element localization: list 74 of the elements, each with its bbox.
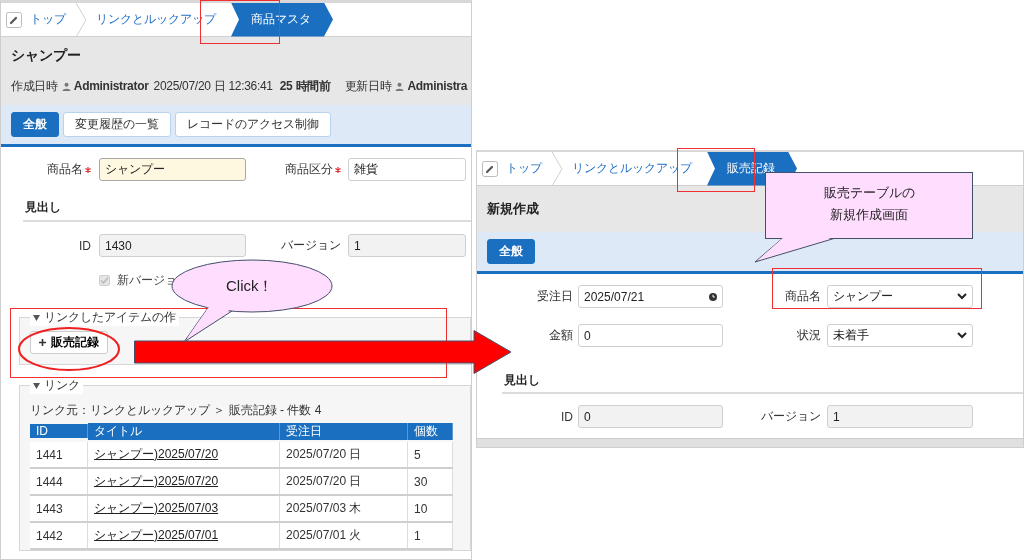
table-cell: 2025/07/01 火	[280, 523, 408, 548]
tab[interactable]: 全般	[11, 112, 59, 137]
table-cell: 30	[408, 469, 453, 494]
collapse-icon[interactable]	[33, 382, 40, 389]
plus-icon	[39, 339, 46, 346]
relative-time: 25 時間前	[279, 77, 331, 95]
id-field: 1430	[99, 234, 246, 257]
version-field: 1	[827, 405, 973, 428]
callout-text: Click！	[226, 277, 274, 296]
field-label: ID	[561, 409, 573, 424]
field-label: 商品区分	[285, 161, 333, 178]
section-legend: リンク	[44, 377, 80, 394]
edit-icon[interactable]	[482, 160, 498, 177]
date-field[interactable]: 2025/07/21	[578, 285, 723, 308]
dropdown[interactable]: シャンプー	[827, 285, 973, 308]
column-header: 受注日	[280, 422, 408, 440]
field-label: ID	[79, 238, 91, 253]
field-label: 商品名	[785, 288, 821, 305]
clock-icon	[709, 292, 717, 301]
table-cell: 2025/07/03 木	[280, 496, 408, 521]
table-cell: 2025/07/20 日	[280, 469, 408, 494]
collapse-icon[interactable]	[33, 314, 40, 321]
user-name: Administrator	[73, 79, 149, 93]
section-heading: 見出し	[24, 199, 61, 216]
column-header: ID	[30, 424, 88, 438]
link-source-text: リンク元：リンクとルックアップ ＞ 販売記録 - 件数 4	[30, 402, 322, 418]
text-field[interactable]: シャンプー	[99, 158, 246, 181]
chevron-down-icon	[957, 293, 967, 300]
field-label: バージョン	[761, 408, 821, 425]
checkbox[interactable]	[99, 275, 110, 286]
table-cell: 1	[408, 523, 453, 548]
title-link[interactable]: シャンプー)2025/07/01	[94, 527, 219, 544]
field-label: 金額	[549, 327, 573, 344]
section-heading: 見出し	[503, 372, 540, 389]
edit-icon[interactable]	[6, 11, 22, 28]
tab[interactable]: 全般	[487, 239, 535, 264]
add-record-button[interactable]: 販売記録	[30, 331, 108, 354]
field-label: バージョン	[281, 237, 341, 254]
user-icon	[395, 81, 405, 91]
field-label: 状況	[797, 327, 821, 344]
page-title: 新規作成	[487, 200, 539, 218]
user-name: Administra	[407, 79, 468, 93]
column-header: 個数	[408, 422, 453, 440]
title-link[interactable]: シャンプー)2025/07/03	[94, 500, 219, 517]
table-cell: 10	[408, 496, 453, 521]
title-link[interactable]: シャンプー)2025/07/20	[94, 446, 219, 463]
meta-label: 作成日時	[11, 77, 58, 95]
column-header: タイトル	[88, 422, 280, 440]
created-date: 2025/07/20 日 12:36:41	[153, 77, 273, 95]
tab[interactable]: レコードのアクセス制御	[175, 112, 331, 137]
title-link[interactable]: シャンプー)2025/07/20	[94, 473, 219, 490]
meta-label: 更新日時	[344, 77, 392, 95]
field-label: 受注日	[537, 288, 573, 305]
tab[interactable]: 変更履歴の一覧	[63, 112, 171, 137]
id-field: 0	[578, 405, 723, 428]
text-field[interactable]: 0	[578, 324, 723, 347]
dropdown[interactable]: 未着手	[827, 324, 973, 347]
breadcrumb-item[interactable]: トップ	[501, 160, 547, 177]
field-label: 商品名	[47, 161, 83, 178]
table-cell: 1443	[30, 496, 88, 521]
table-cell: 2025/07/20 日	[280, 442, 408, 467]
record-title: シャンプー	[11, 47, 81, 65]
callout-text: 販売テーブルの	[822, 184, 916, 202]
version-field: 1	[348, 234, 466, 257]
table-cell: 1441	[30, 442, 88, 467]
section-legend: リンクしたアイテムの作	[44, 309, 176, 326]
breadcrumb-item[interactable]: トップ	[25, 11, 71, 28]
table-cell: 1442	[30, 523, 88, 548]
callout-text: 新規作成画面	[829, 206, 909, 224]
table-cell: 5	[408, 442, 453, 467]
table-cell: 1444	[30, 469, 88, 494]
chevron-down-icon	[957, 332, 967, 339]
user-icon	[61, 81, 71, 91]
text-field[interactable]: 雑貨	[348, 158, 466, 181]
